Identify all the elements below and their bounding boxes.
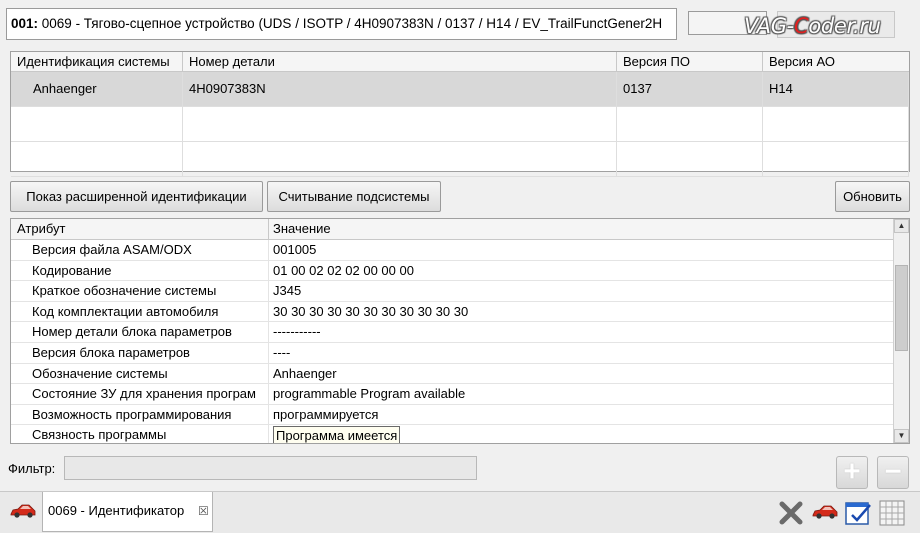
attribute-value: 001005 <box>273 242 317 257</box>
close-x-icon[interactable] <box>778 500 804 526</box>
table-cell <box>617 142 763 176</box>
attribute-value: Программа имеется <box>269 425 909 443</box>
attribute-value: ----------- <box>273 324 321 340</box>
identification-table-header: Идентификация системы Номер детали Верси… <box>11 52 909 72</box>
address-label: 001: <box>11 16 39 31</box>
table-cell <box>11 107 183 141</box>
attribute-name: Возможность программирования <box>11 404 269 425</box>
attribute-name: Код комплектации автомобиля <box>11 301 269 322</box>
table-cell: 4H0907383N <box>183 72 617 106</box>
car-icon[interactable] <box>9 502 37 520</box>
table-cell <box>11 142 183 176</box>
attribute-table: Атрибут Значение Версия файла ASAM/ODX 00… <box>10 218 910 444</box>
bottom-tab-bar: 0069 - Идентификатор ☒ <box>0 491 920 533</box>
attribute-value: programmable Program available <box>273 386 466 402</box>
scrollbar-thumb[interactable] <box>895 265 908 351</box>
table-row[interactable]: Связность программы Программа имеется <box>11 425 909 443</box>
watermark-logo: VAG-Coder.ru <box>744 14 881 38</box>
column-header-software-version[interactable]: Версия ПО <box>617 52 763 71</box>
table-row[interactable]: Краткое обозначение системы J345 <box>11 281 909 302</box>
table-row[interactable] <box>11 107 909 142</box>
read-subsystem-button[interactable]: Считывание подсистемы <box>267 181 441 212</box>
column-header-value[interactable]: Значение <box>269 219 909 239</box>
attribute-value: 01 00 02 02 02 00 00 00 <box>273 262 414 278</box>
vertical-scrollbar[interactable]: ▲ ▼ <box>893 219 909 443</box>
attribute-name: Обозначение системы <box>11 363 269 384</box>
attribute-value: 30 30 30 30 30 30 30 30 30 30 30 <box>273 303 469 319</box>
grid-icon[interactable] <box>879 500 905 526</box>
scroll-up-arrow-icon[interactable]: ▲ <box>894 219 909 233</box>
attribute-name: Связность программы <box>11 425 269 443</box>
attribute-name: Краткое обозначение системы <box>11 281 269 301</box>
close-icon[interactable]: ☒ <box>198 492 209 530</box>
table-row[interactable]: Номер детали блока параметров ----------- <box>11 322 909 343</box>
attribute-name: Кодирование <box>11 260 269 281</box>
table-cell <box>763 107 909 141</box>
tab-label: 0069 - Идентификатор <box>48 503 185 518</box>
table-row[interactable]: Кодирование 01 00 02 02 02 00 00 00 <box>11 260 909 282</box>
identification-table: Идентификация системы Номер детали Верси… <box>10 51 910 177</box>
table-row[interactable]: Обозначение системы Anhaenger <box>11 363 909 385</box>
column-header-hardware-version[interactable]: Версия АО <box>763 52 909 71</box>
attribute-name: Версия файла ASAM/ODX <box>11 240 269 260</box>
attribute-value: Anhaenger <box>273 365 337 381</box>
table-cell <box>763 142 909 176</box>
column-header-system-id[interactable]: Идентификация системы <box>11 52 183 71</box>
table-cell <box>183 142 617 176</box>
attribute-value: программируется <box>273 406 379 422</box>
table-row[interactable]: Код комплектации автомобиля 30 30 30 30 3… <box>11 301 909 323</box>
extended-identification-button[interactable]: Показ расширенной идентификации <box>10 181 263 212</box>
attribute-name: Номер детали блока параметров <box>11 322 269 342</box>
attribute-name: Состояние ЗУ для хранения програм <box>11 384 269 404</box>
table-cell <box>183 107 617 141</box>
table-row[interactable]: Версия файла ASAM/ODX 001005 <box>11 240 909 261</box>
filter-label: Фильтр: <box>8 461 56 476</box>
control-unit-title: 0069 - Тягово-сцепное устройство (UDS / … <box>38 16 663 31</box>
window-check-icon[interactable] <box>845 500 872 526</box>
table-cell: H14 <box>763 72 909 106</box>
control-unit-title-field[interactable]: 001: 0069 - Тягово-сцепное устройство (U… <box>6 8 677 40</box>
table-row[interactable]: Версия блока параметров ---- <box>11 342 909 364</box>
value-tooltip: Программа имеется <box>273 426 401 443</box>
tab-identification[interactable]: 0069 - Идентификатор ☒ <box>42 492 213 532</box>
refresh-button[interactable]: Обновить <box>835 181 910 212</box>
attribute-value: J345 <box>273 283 302 299</box>
scroll-down-arrow-icon[interactable]: ▼ <box>894 429 909 443</box>
attribute-value: ---- <box>273 344 291 360</box>
filter-input[interactable] <box>64 456 477 480</box>
car-icon[interactable] <box>811 503 839 521</box>
add-button[interactable]: + <box>836 456 868 489</box>
table-row[interactable]: Состояние ЗУ для хранения програм program… <box>11 384 909 405</box>
column-header-part-number[interactable]: Номер детали <box>183 52 617 71</box>
table-cell: Anhaenger <box>11 72 183 106</box>
table-cell <box>617 107 763 141</box>
table-row[interactable] <box>11 142 909 177</box>
table-row[interactable]: Возможность программирования программируе… <box>11 404 909 426</box>
remove-button[interactable]: − <box>877 456 909 489</box>
attribute-name: Версия блока параметров <box>11 342 269 363</box>
column-header-attribute[interactable]: Атрибут <box>11 219 269 239</box>
table-row[interactable]: Anhaenger 4H0907383N 0137 H14 <box>11 72 909 107</box>
attribute-table-header: Атрибут Значение <box>11 219 909 240</box>
table-cell: 0137 <box>617 72 763 106</box>
